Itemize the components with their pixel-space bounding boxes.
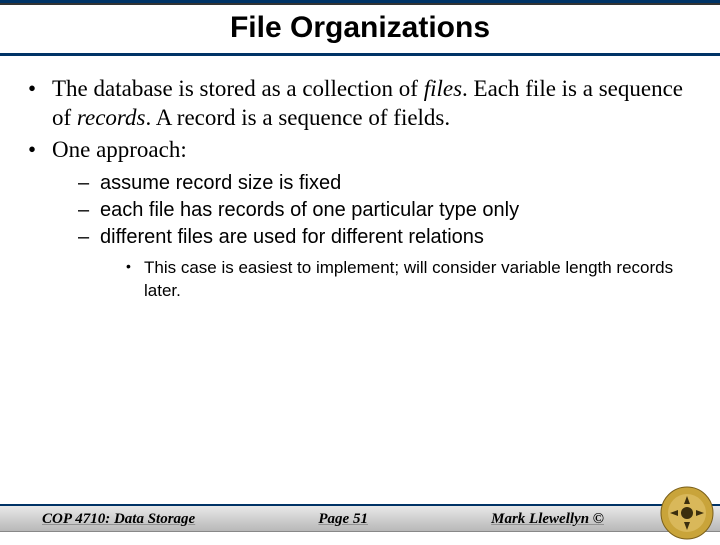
- top-accent-bar: [0, 0, 720, 5]
- bullet-list-level1: The database is stored as a collection o…: [20, 74, 700, 303]
- bullet-1-text-pre: The database is stored as a collection o…: [52, 76, 424, 101]
- sub-bullet-2: each file has records of one particular …: [78, 197, 700, 224]
- bullet-1-text-post: . A record is a sequence of fields.: [145, 105, 450, 130]
- footer-left: COP 4710: Data Storage: [42, 511, 195, 528]
- bullet-1-records: records: [77, 105, 146, 130]
- seal-icon: [660, 486, 714, 540]
- footer-center: Page 51: [318, 511, 368, 528]
- subsub-bullet-1: This case is easiest to implement; will …: [126, 257, 700, 303]
- sub-bullet-3-text: different files are used for different r…: [100, 226, 484, 248]
- footer-texts: COP 4710: Data Storage Page 51 Mark Llew…: [0, 511, 646, 528]
- bullet-2: One approach: assume record size is fixe…: [20, 135, 700, 303]
- bullet-1-files: files: [424, 76, 462, 101]
- bullet-1: The database is stored as a collection o…: [20, 74, 700, 133]
- sub-bullet-1: assume record size is fixed: [78, 170, 700, 197]
- slide-content: The database is stored as a collection o…: [0, 56, 720, 303]
- footer-right: Mark Llewellyn ©: [491, 511, 604, 528]
- bullet-list-level3: This case is easiest to implement; will …: [100, 257, 700, 303]
- sub-bullet-3: different files are used for different r…: [78, 224, 700, 303]
- bullet-2-text: One approach:: [52, 137, 187, 162]
- slide-title: File Organizations: [0, 11, 720, 56]
- slide-footer: COP 4710: Data Storage Page 51 Mark Llew…: [0, 498, 720, 540]
- bullet-list-level2: assume record size is fixed each file ha…: [52, 170, 700, 303]
